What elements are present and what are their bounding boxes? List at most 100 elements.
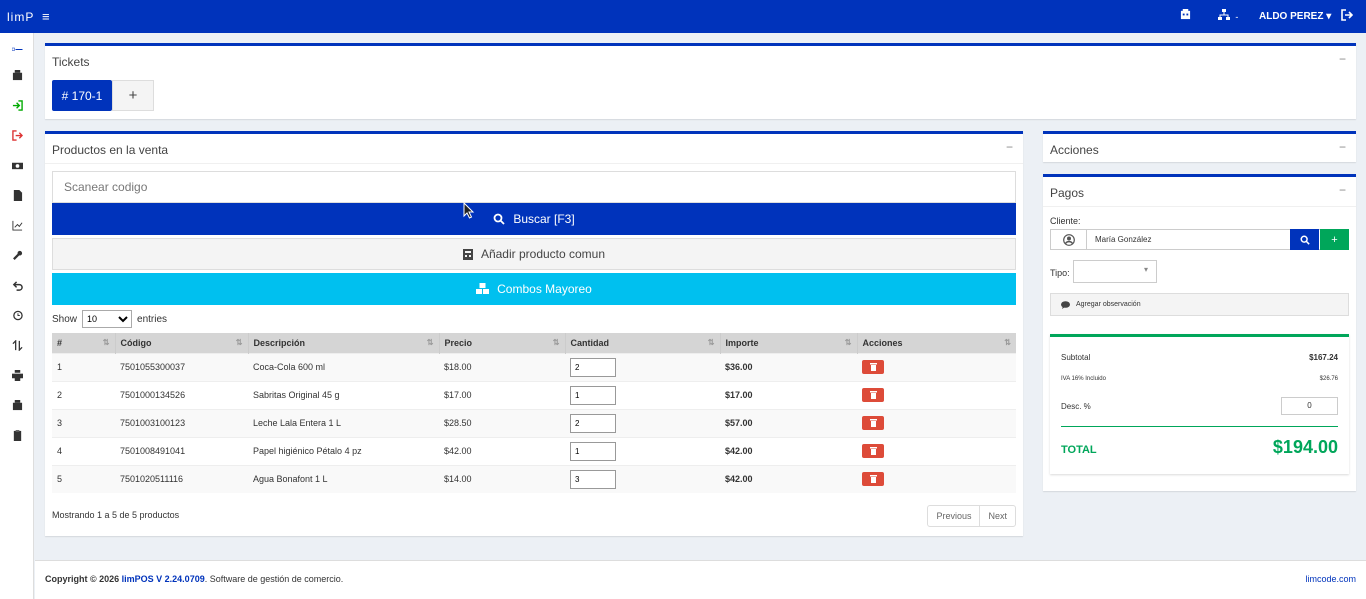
cell-code: 7501003100123: [115, 408, 248, 437]
sidebar-clipboard-icon[interactable]: [10, 428, 24, 442]
show-label: Show: [52, 313, 78, 325]
cell-code: 7501055300037: [115, 352, 248, 381]
menu-toggle-icon[interactable]: ≡: [42, 9, 50, 24]
search-button[interactable]: Buscar [F3]: [52, 203, 1016, 235]
acciones-panel: Acciones −: [1043, 131, 1356, 162]
col-number[interactable]: # ⇅: [52, 333, 116, 353]
combos-label: Combos Mayoreo: [497, 282, 592, 296]
trash-icon: [869, 363, 877, 371]
iva-row: IVA 16% Incluido $26.76: [1061, 376, 1338, 382]
quantity-input[interactable]: [570, 385, 616, 405]
col-description[interactable]: Descripción ⇅: [248, 333, 440, 353]
pagination: Previous Next: [927, 505, 1016, 527]
cell-number: 5: [52, 464, 115, 493]
total-divider: [1061, 426, 1338, 427]
cell-description: Agua Bonafont 1 L: [248, 464, 439, 493]
quantity-input[interactable]: [570, 469, 616, 489]
search-customer-button[interactable]: [1290, 229, 1319, 250]
collapse-acciones-icon[interactable]: −: [1339, 140, 1346, 154]
acciones-title: Acciones: [1050, 143, 1099, 157]
sidebar-transfer-icon[interactable]: [10, 338, 24, 352]
sitemap-icon[interactable]: -: [1218, 9, 1238, 23]
add-ticket-button[interactable]: +: [112, 80, 154, 111]
sidebar-store-icon[interactable]: [10, 68, 24, 82]
sidebar-money-icon[interactable]: [10, 158, 24, 172]
cell-quantity: [565, 436, 720, 465]
ticket-tab-active[interactable]: # 170-1: [52, 80, 112, 111]
sidebar-exit-icon[interactable]: [10, 128, 24, 142]
trash-icon: [869, 447, 877, 455]
sidebar-history-icon[interactable]: [10, 308, 24, 322]
scan-code-input[interactable]: [52, 171, 1016, 203]
top-navbar: limP ≡ - ALDO PEREZ ▾: [0, 0, 1366, 33]
cell-amount: $42.00: [720, 464, 857, 493]
cell-number: 1: [52, 352, 115, 381]
cell-number: 4: [52, 436, 115, 465]
entries-control: Show 10 entries: [52, 310, 167, 328]
quantity-input[interactable]: [570, 357, 616, 377]
col-price[interactable]: Precio ⇅: [439, 333, 566, 353]
cell-amount: $17.00: [720, 380, 857, 409]
entries-select[interactable]: 10: [82, 310, 133, 328]
sidebar-file-icon[interactable]: [10, 188, 24, 202]
cell-description: Papel higiénico Pétalo 4 pz: [248, 436, 439, 465]
cell-actions: [857, 436, 1016, 465]
cell-price: $18.00: [439, 352, 565, 381]
sidebar-entry-icon[interactable]: [10, 98, 24, 112]
cell-description: Leche Lala Entera 1 L: [248, 408, 439, 437]
col-quantity[interactable]: Cantidad ⇅: [565, 333, 721, 353]
collapse-pagos-icon[interactable]: −: [1339, 183, 1346, 197]
cell-amount: $57.00: [720, 408, 857, 437]
table-row: 5 7501020511116 Agua Bonafont 1 L $14.00…: [52, 464, 1016, 493]
delete-button[interactable]: [862, 388, 884, 402]
add-customer-button[interactable]: +: [1320, 229, 1349, 250]
sidebar-wrench-icon[interactable]: [10, 248, 24, 262]
quantity-input[interactable]: [570, 413, 616, 433]
delete-button[interactable]: [862, 360, 884, 374]
add-observation-button[interactable]: Agregar observación: [1050, 293, 1349, 316]
delete-button[interactable]: [862, 472, 884, 487]
sidebar-building-icon[interactable]: [10, 398, 24, 412]
cell-amount: $42.00: [720, 436, 857, 465]
table-row: 2 7501000134526 Sabritas Original 45 g $…: [52, 380, 1016, 409]
col-code[interactable]: Código ⇅: [115, 333, 249, 353]
header-divider: [1043, 206, 1356, 207]
pagos-title: Pagos: [1050, 186, 1085, 200]
store-icon[interactable]: [1180, 9, 1191, 23]
sidebar-print-icon[interactable]: [10, 368, 24, 382]
user-menu[interactable]: ALDO PEREZ ▾: [1259, 11, 1331, 22]
sidebar-logo-icon[interactable]: [5, 42, 29, 56]
discount-input[interactable]: 0: [1281, 397, 1338, 415]
collapse-tickets-icon[interactable]: −: [1339, 52, 1346, 66]
cell-actions: [857, 380, 1016, 409]
footer-link[interactable]: limcode.com: [1305, 574, 1356, 584]
previous-button[interactable]: Previous: [928, 506, 981, 526]
cell-code: 7501008491041: [115, 436, 248, 465]
add-common-product-button[interactable]: Añadir producto comun: [52, 238, 1016, 270]
total-value: $194.00: [1272, 437, 1338, 457]
sidebar-undo-icon[interactable]: [10, 278, 24, 292]
total-row: TOTAL $194.00: [1061, 437, 1338, 458]
subtotal-value: $167.24: [1309, 353, 1338, 362]
search-icon: [493, 213, 505, 225]
sidebar-chart-icon[interactable]: [10, 218, 24, 232]
delete-button[interactable]: [862, 416, 884, 430]
user-name: ALDO PEREZ: [1259, 11, 1324, 22]
cell-amount: $36.00: [720, 352, 857, 381]
cell-actions: [857, 408, 1016, 437]
next-button[interactable]: Next: [980, 506, 1015, 526]
combos-mayoreo-button[interactable]: Combos Mayoreo: [52, 273, 1016, 305]
delete-button[interactable]: [862, 444, 884, 458]
sidebar: [0, 33, 34, 599]
quantity-input[interactable]: [570, 441, 616, 461]
col-actions[interactable]: Acciones ⇅: [857, 333, 1016, 353]
cell-code: 7501020511116: [115, 464, 248, 493]
col-amount[interactable]: Importe ⇅: [720, 333, 858, 353]
trash-icon: [869, 475, 877, 484]
footer-version[interactable]: limPOS V 2.24.0709: [122, 574, 205, 584]
tipo-select[interactable]: [1073, 260, 1157, 283]
logout-icon[interactable]: [1341, 9, 1354, 24]
search-icon: [1300, 235, 1310, 245]
collapse-products-icon[interactable]: −: [1006, 140, 1013, 154]
brand-logo[interactable]: limP: [7, 10, 34, 24]
